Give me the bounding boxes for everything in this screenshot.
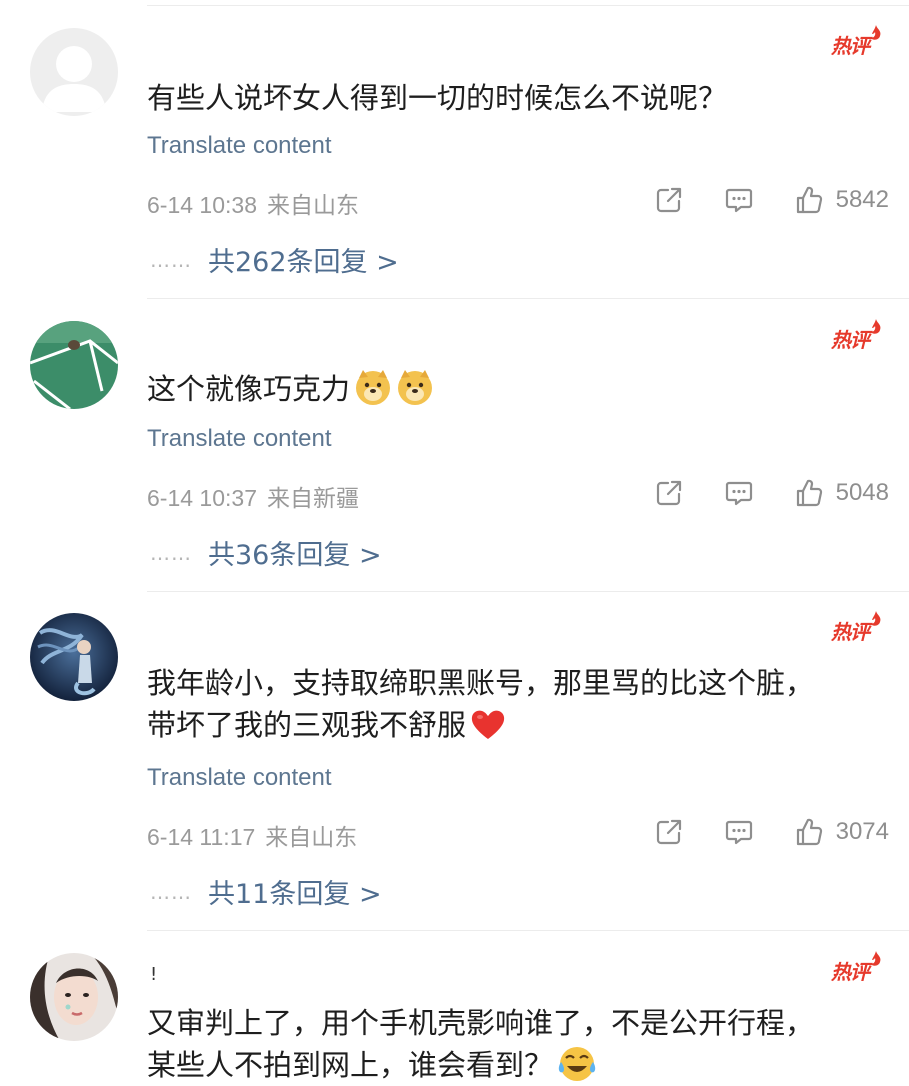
like-count: 5048 bbox=[835, 479, 889, 506]
thumbs-up-icon bbox=[796, 818, 822, 846]
comment-bubble-icon bbox=[725, 820, 752, 845]
default-avatar-icon[interactable] bbox=[30, 28, 118, 116]
view-replies-link[interactable]: …… 共36条回复 > bbox=[150, 533, 382, 572]
share-button[interactable] bbox=[654, 185, 684, 215]
comment-text: 这个就像巧克力 bbox=[147, 368, 869, 410]
view-replies-link[interactable]: …… 共11条回复 > bbox=[150, 872, 382, 911]
username[interactable]: ! bbox=[150, 964, 157, 985]
share-button[interactable] bbox=[654, 478, 684, 508]
hot-comment-badge: 热评 bbox=[831, 610, 883, 646]
flame-icon bbox=[871, 319, 881, 334]
share-icon bbox=[656, 187, 681, 213]
comment-meta: 6-14 11:17 来自山东 bbox=[147, 818, 357, 852]
comment-bubble-icon bbox=[725, 188, 752, 213]
comment-text: 我年龄小，支持取缔职黑账号，那里骂的比这个脏， 带坏了我的三观我不舒服 bbox=[147, 666, 815, 742]
hot-comment-badge: 热评 bbox=[831, 318, 883, 354]
comment-actions: 5842 bbox=[614, 182, 889, 218]
comment-text: 有些人说坏女人得到一切的时候怎么不说呢？ bbox=[147, 81, 728, 115]
view-replies-link[interactable]: …… 共262条回复 > bbox=[150, 240, 399, 279]
comment-divider bbox=[147, 298, 909, 299]
comment-actions: 3074 bbox=[614, 814, 889, 850]
comment-date: 6-14 10:37 bbox=[147, 485, 257, 511]
like-button[interactable]: 5842 bbox=[794, 185, 889, 215]
comment-meta: 6-14 10:38 来自山东 bbox=[147, 186, 359, 220]
comment-date: 6-14 10:38 bbox=[147, 192, 257, 218]
flame-icon bbox=[871, 611, 881, 626]
ellipsis-icon: …… bbox=[150, 248, 192, 272]
mermaid-art-avatar[interactable] bbox=[30, 613, 118, 701]
flame-icon bbox=[871, 25, 881, 40]
comment-button[interactable] bbox=[724, 817, 754, 847]
comment-meta: 6-14 10:37 来自新疆 bbox=[147, 479, 359, 513]
share-icon bbox=[656, 819, 681, 845]
comment-location: 来自山东 bbox=[266, 192, 359, 218]
thumbs-up-icon bbox=[796, 479, 822, 507]
share-icon bbox=[656, 480, 681, 506]
comment-item: 热评 这个就像巧克力 Translate content 6-14 10:37 来… bbox=[0, 300, 909, 592]
field-photo-avatar[interactable] bbox=[30, 321, 118, 409]
ellipsis-icon: …… bbox=[150, 880, 192, 904]
comment-actions: 5048 bbox=[614, 475, 889, 511]
translate-link[interactable]: Translate content bbox=[147, 764, 332, 792]
doge-emoji bbox=[356, 370, 391, 405]
comment-button[interactable] bbox=[724, 478, 754, 508]
doge-emoji bbox=[398, 370, 433, 405]
comment-button[interactable] bbox=[724, 185, 754, 215]
comment-text: 又审判上了，用个手机壳影响谁了，不是公开行程， 某些人不拍到网上，谁会看到？ bbox=[147, 1006, 815, 1082]
comment-item: 热评 我年龄小，支持取缔职黑账号，那里骂的比这个脏， 带坏了我的三观我不舒服 T… bbox=[0, 592, 909, 932]
comment-item: ! 热评 又审判上了，用个手机壳影响谁了，不是公开行程， 某些人不拍到网上，谁会… bbox=[0, 932, 909, 1082]
hot-comment-badge: 热评 bbox=[831, 950, 883, 986]
ellipsis-icon: …… bbox=[150, 541, 192, 565]
like-count: 5842 bbox=[835, 186, 889, 213]
comment-location: 来自山东 bbox=[265, 824, 358, 850]
comment-item: 热评 有些人说坏女人得到一切的时候怎么不说呢？ Translate conten… bbox=[0, 0, 909, 300]
translate-link[interactable]: Translate content bbox=[147, 425, 332, 453]
translate-link[interactable]: Translate content bbox=[147, 132, 332, 160]
red-heart-emoji bbox=[471, 710, 505, 739]
comment-location: 来自新疆 bbox=[266, 485, 359, 511]
portrait-photo-avatar[interactable] bbox=[30, 953, 118, 1041]
flame-icon bbox=[871, 951, 881, 966]
like-button[interactable]: 3074 bbox=[794, 817, 889, 847]
comment-divider bbox=[147, 930, 909, 931]
like-count: 3074 bbox=[835, 818, 889, 845]
hot-comment-badge: 热评 bbox=[831, 24, 883, 60]
comment-bubble-icon bbox=[725, 481, 752, 506]
like-button[interactable]: 5048 bbox=[794, 478, 889, 508]
comment-date: 6-14 11:17 bbox=[147, 824, 256, 850]
share-button[interactable] bbox=[654, 817, 684, 847]
thumbs-up-icon bbox=[796, 186, 822, 214]
crying-laughing-emoji bbox=[558, 1047, 596, 1081]
